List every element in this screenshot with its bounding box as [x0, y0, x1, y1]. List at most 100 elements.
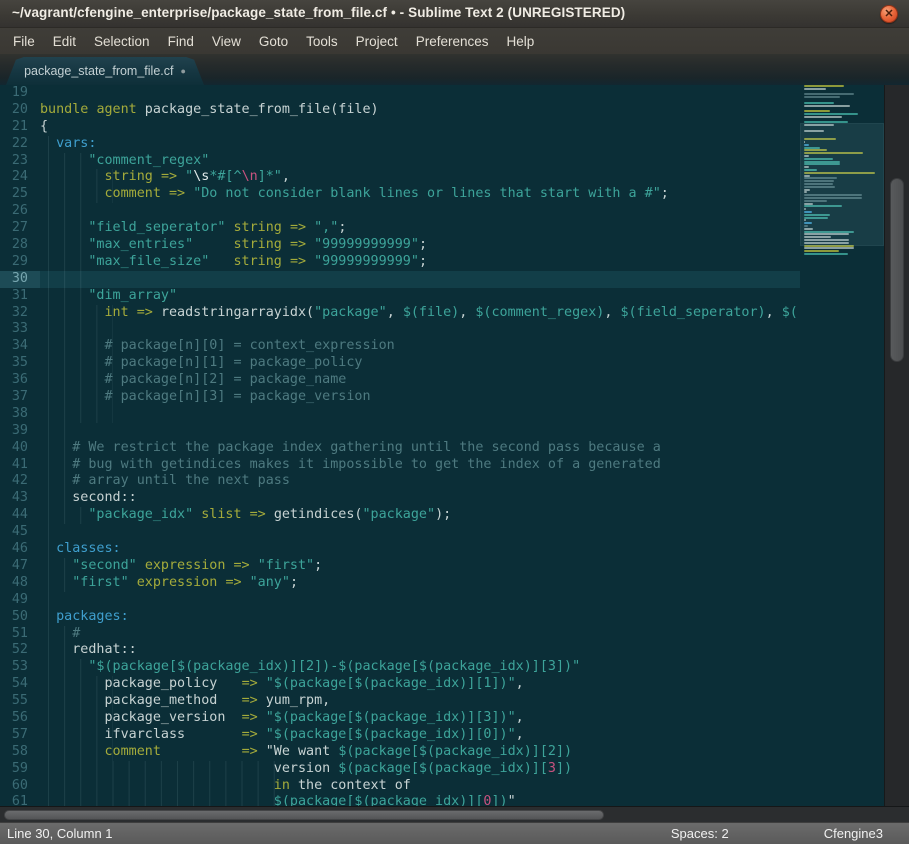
line-number: 34 — [0, 338, 40, 355]
code-line[interactable]: 48 "first" expression => "any"; — [0, 575, 800, 592]
code-text: "max_entries" string => "99999999999"; — [40, 237, 427, 252]
menu-item-project[interactable]: Project — [347, 31, 407, 52]
code-line[interactable]: 35 # package[n][1] = package_policy — [0, 355, 800, 372]
menu-item-view[interactable]: View — [203, 31, 250, 52]
code-line[interactable]: 21{ — [0, 119, 800, 136]
minimap[interactable] — [800, 85, 884, 822]
code-line[interactable]: 46 classes: — [0, 541, 800, 558]
minimap-viewport[interactable] — [800, 123, 884, 245]
line-number: 30 — [0, 271, 40, 288]
line-number: 32 — [0, 305, 40, 322]
indent-guides — [48, 440, 80, 457]
code-line[interactable]: 52 redhat:: — [0, 642, 800, 659]
code-line[interactable]: 27 "field_seperator" string => ","; — [0, 220, 800, 237]
vertical-scrollbar-thumb[interactable] — [890, 178, 904, 362]
minimap-line — [804, 88, 826, 90]
indent-guides — [48, 423, 80, 440]
code-line[interactable]: 23 "comment_regex" — [0, 153, 800, 170]
code-line[interactable]: 40 # We restrict the package index gathe… — [0, 440, 800, 457]
line-number: 29 — [0, 254, 40, 271]
menu-item-preferences[interactable]: Preferences — [407, 31, 498, 52]
code-line[interactable]: 57 ifvarclass => "$(package[$(package_id… — [0, 727, 800, 744]
code-line[interactable]: 30 — [0, 271, 800, 288]
code-line[interactable]: 53 "$(package[$(package_idx)][2])-$(pack… — [0, 659, 800, 676]
code-line[interactable]: 58 comment => "We want $(package[$(packa… — [0, 744, 800, 761]
code-text: { — [40, 119, 48, 134]
code-line[interactable]: 20bundle agent package_state_from_file(f… — [0, 102, 800, 119]
code-line[interactable]: 47 "second" expression => "first"; — [0, 558, 800, 575]
code-line[interactable]: 24 string => "\s*#[^\n]*", — [0, 169, 800, 186]
close-icon: ✕ — [884, 8, 893, 20]
code-line[interactable]: 19 — [0, 85, 800, 102]
tab-bar: package_state_from_file.cf ● — [0, 54, 909, 85]
code-text: "second" expression => "first"; — [40, 558, 322, 573]
minimap-line — [804, 85, 844, 87]
tab-package-state-from-file[interactable]: package_state_from_file.cf ● — [6, 57, 204, 85]
code-line[interactable]: 37 # package[n][3] = package_version — [0, 389, 800, 406]
indent-guides — [48, 524, 64, 541]
code-line[interactable]: 43 second:: — [0, 490, 800, 507]
code-line[interactable]: 36 # package[n][2] = package_name — [0, 372, 800, 389]
code-text: int => readstringarrayidx("package", $(f… — [40, 305, 798, 320]
indent-guides — [48, 338, 113, 355]
code-line[interactable]: 32 int => readstringarrayidx("package", … — [0, 305, 800, 322]
indent-guides — [48, 372, 113, 389]
code-pane[interactable]: 1920bundle agent package_state_from_file… — [0, 85, 800, 822]
syntax-mode-button[interactable]: Cfengine3 — [824, 826, 883, 841]
minimap-line — [804, 253, 848, 255]
code-line[interactable]: 25 comment => "Do not consider blank lin… — [0, 186, 800, 203]
line-number: 52 — [0, 642, 40, 659]
vertical-scrollbar-track[interactable] — [884, 85, 909, 822]
code-line[interactable]: 44 "package_idx" slist => getindices("pa… — [0, 507, 800, 524]
menu-item-file[interactable]: File — [4, 31, 44, 52]
line-number: 25 — [0, 186, 40, 203]
menu-item-tools[interactable]: Tools — [297, 31, 347, 52]
menu-item-goto[interactable]: Goto — [250, 31, 297, 52]
line-number: 59 — [0, 761, 40, 778]
menu-item-selection[interactable]: Selection — [85, 31, 159, 52]
horizontal-scrollbar-thumb[interactable] — [4, 810, 604, 820]
code-text: ifvarclass => "$(package[$(package_idx)]… — [40, 727, 524, 742]
indent-settings-button[interactable]: Spaces: 2 — [671, 826, 729, 841]
line-number: 47 — [0, 558, 40, 575]
menu-item-edit[interactable]: Edit — [44, 31, 85, 52]
indent-guides — [48, 727, 113, 744]
code-line[interactable]: 55 package_method => yum_rpm, — [0, 693, 800, 710]
code-line[interactable]: 60 in the context of — [0, 778, 800, 795]
close-button[interactable]: ✕ — [880, 5, 898, 23]
menu-item-help[interactable]: Help — [498, 31, 544, 52]
indent-guides — [48, 507, 96, 524]
code-line[interactable]: 56 package_version => "$(package[$(packa… — [0, 710, 800, 727]
code-line[interactable]: 42 # array until the next pass — [0, 473, 800, 490]
code-line[interactable]: 50 packages: — [0, 609, 800, 626]
code-line[interactable]: 28 "max_entries" string => "99999999999"… — [0, 237, 800, 254]
line-number: 39 — [0, 423, 40, 440]
code-line[interactable]: 45 — [0, 524, 800, 541]
code-line[interactable]: 31 "dim_array" — [0, 288, 800, 305]
indent-guides — [48, 609, 64, 626]
indent-guides — [48, 203, 96, 220]
code-line[interactable]: 59 version $(package[$(package_idx)][3]) — [0, 761, 800, 778]
horizontal-scrollbar-track[interactable] — [0, 806, 909, 822]
code-line[interactable]: 41 # bug with getindices makes it imposs… — [0, 457, 800, 474]
cursor-position-label: Line 30, Column 1 — [0, 826, 671, 841]
code-line[interactable]: 39 — [0, 423, 800, 440]
line-number: 50 — [0, 609, 40, 626]
code-line[interactable]: 49 — [0, 592, 800, 609]
line-number: 42 — [0, 473, 40, 490]
indent-guides — [48, 305, 113, 322]
line-number: 54 — [0, 676, 40, 693]
code-line[interactable]: 54 package_policy => "$(package[$(packag… — [0, 676, 800, 693]
code-line[interactable]: 34 # package[n][0] = context_expression — [0, 338, 800, 355]
indent-guides — [48, 136, 64, 153]
code-line[interactable]: 22 vars: — [0, 136, 800, 153]
code-line[interactable]: 33 — [0, 321, 800, 338]
code-line[interactable]: 29 "max_file_size" string => "9999999999… — [0, 254, 800, 271]
menu-item-find[interactable]: Find — [159, 31, 203, 52]
line-number: 58 — [0, 744, 40, 761]
code-line[interactable]: 51 # — [0, 626, 800, 643]
code-line[interactable]: 26 — [0, 203, 800, 220]
code-line[interactable]: 38 — [0, 406, 800, 423]
line-number: 20 — [0, 102, 40, 119]
minimap-line — [804, 93, 854, 95]
